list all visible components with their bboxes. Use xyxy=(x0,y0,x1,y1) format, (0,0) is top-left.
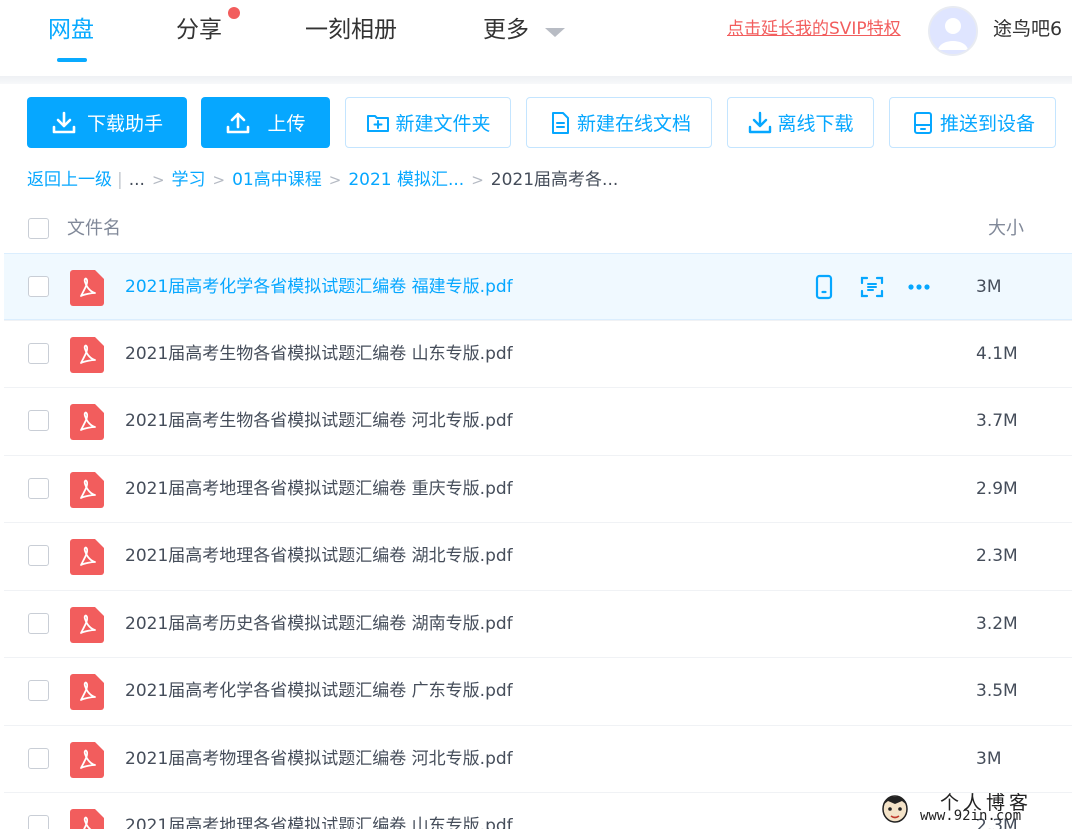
file-list-header: 文件名 大小 xyxy=(0,206,1072,252)
top-navigation: 网盘 分享 一刻相册 更多 点击延长我的SVIP特权 途鸟吧6 xyxy=(0,0,1072,76)
document-icon xyxy=(547,110,573,136)
pdf-file-icon xyxy=(70,607,104,643)
avatar[interactable] xyxy=(928,6,978,56)
tab-share[interactable]: 分享 xyxy=(176,12,222,48)
offline-download-button[interactable]: 离线下载 xyxy=(727,97,874,148)
table-row[interactable]: 2021届高考生物各省模拟试题汇编卷 河北专版.pdf 3.7M xyxy=(4,387,1072,454)
file-name[interactable]: 2021届高考地理各省模拟试题汇编卷 湖北专版.pdf xyxy=(125,543,513,569)
file-name[interactable]: 2021届高考生物各省模拟试题汇编卷 河北专版.pdf xyxy=(125,408,513,434)
breadcrumb-item-study[interactable]: 学习 xyxy=(172,168,206,192)
pdf-file-icon xyxy=(70,270,104,306)
file-name[interactable]: 2021届高考地理各省模拟试题汇编卷 重庆专版.pdf xyxy=(125,476,513,502)
file-size: 3.2M xyxy=(976,614,1018,634)
push-to-device-label: 推送到设备 xyxy=(939,113,1035,135)
row-checkbox[interactable] xyxy=(28,343,49,364)
breadcrumb-back[interactable]: 返回上一级 xyxy=(27,168,112,192)
breadcrumb-item-highschool[interactable]: 01高中课程 xyxy=(232,168,322,192)
file-name[interactable]: 2021届高考地理各省模拟试题汇编卷 山东专版.pdf xyxy=(125,813,513,829)
row-checkbox[interactable] xyxy=(28,680,49,701)
column-header-filename[interactable]: 文件名 xyxy=(67,214,121,240)
table-row[interactable]: 2021届高考化学各省模拟试题汇编卷 广东专版.pdf 3.5M xyxy=(4,657,1072,724)
tab-album[interactable]: 一刻相册 xyxy=(305,12,397,48)
file-size: 4.1M xyxy=(976,344,1018,364)
breadcrumb-separator: > xyxy=(151,171,165,189)
phone-icon[interactable] xyxy=(810,273,838,301)
file-size: 2.3M xyxy=(976,546,1018,566)
column-header-size[interactable]: 大小 xyxy=(988,214,1024,240)
file-size: 3.7M xyxy=(976,411,1018,431)
download-helper-button[interactable]: 下载助手 xyxy=(27,97,187,148)
blog-watermark: 个人博客 www.92in.com xyxy=(880,790,1072,829)
pdf-file-icon xyxy=(70,404,104,440)
new-online-doc-label: 新建在线文档 xyxy=(576,113,691,135)
svip-renew-link[interactable]: 点击延长我的SVIP特权 xyxy=(727,17,901,41)
file-size: 3M xyxy=(976,749,1002,769)
upload-button[interactable]: 上传 xyxy=(201,97,330,148)
table-row[interactable]: 2021届高考物理各省模拟试题汇编卷 河北专版.pdf 3M xyxy=(4,725,1072,792)
tab-more[interactable]: 更多 xyxy=(483,12,529,48)
file-size: 3M xyxy=(976,277,1002,297)
table-row[interactable]: 2021届高考地理各省模拟试题汇编卷 湖北专版.pdf 2.3M xyxy=(4,522,1072,589)
breadcrumb-separator: > xyxy=(212,171,226,189)
file-name[interactable]: 2021届高考化学各省模拟试题汇编卷 广东专版.pdf xyxy=(125,678,513,704)
offline-download-label: 离线下载 xyxy=(777,113,854,135)
file-size: 2.9M xyxy=(976,479,1018,499)
offline-download-icon xyxy=(747,110,773,136)
file-name[interactable]: 2021届高考历史各省模拟试题汇编卷 湖南专版.pdf xyxy=(125,611,513,637)
pdf-file-icon xyxy=(70,809,104,829)
row-checkbox[interactable] xyxy=(28,276,49,297)
select-all-checkbox[interactable] xyxy=(28,218,49,239)
download-helper-label: 下载助手 xyxy=(86,113,163,135)
folder-plus-icon xyxy=(365,110,391,136)
row-checkbox[interactable] xyxy=(28,613,49,634)
row-checkbox[interactable] xyxy=(28,478,49,499)
file-name[interactable]: 2021届高考物理各省模拟试题汇编卷 河北专版.pdf xyxy=(125,746,513,772)
breadcrumb-separator: > xyxy=(328,171,342,189)
breadcrumb-divider: | xyxy=(117,170,123,190)
notification-dot xyxy=(228,7,240,19)
cartoon-face-icon xyxy=(882,795,908,823)
watermark-url: www.92in.com xyxy=(920,808,1022,824)
row-checkbox[interactable] xyxy=(28,410,49,431)
download-icon xyxy=(51,110,77,136)
table-row[interactable]: 2021届高考化学各省模拟试题汇编卷 福建专版.pdf 3M xyxy=(4,253,1072,320)
file-size: 3.5M xyxy=(976,681,1018,701)
nav-divider xyxy=(0,76,1072,84)
new-folder-label: 新建文件夹 xyxy=(395,113,491,135)
row-checkbox[interactable] xyxy=(28,545,49,566)
breadcrumb-ellipsis[interactable]: ... xyxy=(129,168,145,192)
pdf-file-icon xyxy=(70,539,104,575)
pdf-file-icon xyxy=(70,337,104,373)
row-checkbox[interactable] xyxy=(28,815,49,829)
chevron-down-icon[interactable] xyxy=(545,28,565,37)
upload-label: 上传 xyxy=(267,113,306,135)
file-name[interactable]: 2021届高考化学各省模拟试题汇编卷 福建专版.pdf xyxy=(125,274,513,300)
row-checkbox[interactable] xyxy=(28,748,49,769)
new-folder-button[interactable]: 新建文件夹 xyxy=(345,97,511,148)
device-icon xyxy=(910,110,936,136)
pdf-file-icon xyxy=(70,472,104,508)
active-tab-indicator xyxy=(57,58,87,62)
breadcrumb-current: 2021届高考各... xyxy=(490,170,619,190)
new-online-doc-button[interactable]: 新建在线文档 xyxy=(526,97,712,148)
upload-icon xyxy=(225,110,251,136)
user-avatar-icon xyxy=(930,8,976,54)
pdf-file-icon xyxy=(70,674,104,710)
breadcrumb-item-mock-exams[interactable]: 2021 模拟汇... xyxy=(348,168,464,192)
file-name[interactable]: 2021届高考生物各省模拟试题汇编卷 山东专版.pdf xyxy=(125,341,513,367)
table-row[interactable]: 2021届高考地理各省模拟试题汇编卷 重庆专版.pdf 2.9M xyxy=(4,455,1072,522)
username[interactable]: 途鸟吧6 xyxy=(993,16,1062,42)
pdf-file-icon xyxy=(70,742,104,778)
table-row[interactable]: 2021届高考历史各省模拟试题汇编卷 湖南专版.pdf 3.2M xyxy=(4,590,1072,657)
push-to-device-button[interactable]: 推送到设备 xyxy=(889,97,1056,148)
more-icon[interactable] xyxy=(905,273,933,301)
table-row[interactable]: 2021届高考生物各省模拟试题汇编卷 山东专版.pdf 4.1M xyxy=(4,320,1072,387)
tab-netdisk[interactable]: 网盘 xyxy=(48,12,94,48)
breadcrumb-separator: > xyxy=(471,171,484,189)
scan-icon[interactable] xyxy=(858,273,886,301)
breadcrumb: 返回上一级 | ... > 学习 > 01高中课程 > 2021 模拟汇... … xyxy=(27,168,618,192)
